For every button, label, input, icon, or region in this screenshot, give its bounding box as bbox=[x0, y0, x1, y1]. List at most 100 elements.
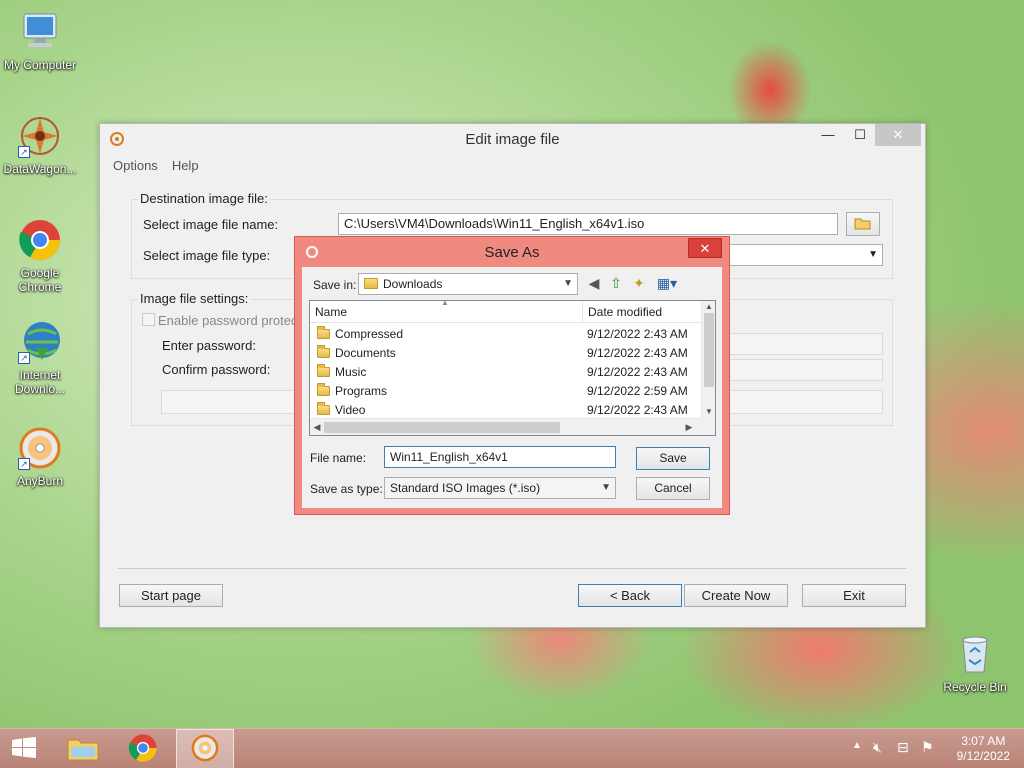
clock-date: 9/12/2022 bbox=[956, 749, 1010, 763]
image-file-name-input[interactable]: C:\Users\VM4\Downloads\Win11_English_x64… bbox=[338, 213, 838, 235]
desktop-icon-recycle-bin[interactable]: Recycle Bin bbox=[935, 632, 1015, 694]
taskbar-chrome[interactable] bbox=[114, 729, 172, 768]
folder-icon bbox=[317, 345, 330, 358]
computer-icon bbox=[18, 10, 62, 54]
close-button[interactable]: ✕ bbox=[875, 124, 921, 146]
taskbar-anyburn[interactable] bbox=[176, 729, 234, 768]
desktop-icon-anyburn[interactable]: ↗ AnyBurn bbox=[0, 426, 80, 488]
create-now-button[interactable]: Create Now bbox=[684, 584, 788, 607]
taskbar-file-explorer[interactable] bbox=[54, 729, 112, 768]
chevron-down-icon: ▼ bbox=[868, 249, 878, 260]
item-date: 9/12/2022 2:43 AM bbox=[587, 365, 688, 379]
folder-icon bbox=[317, 326, 330, 339]
desktop-icon-label: My Computer bbox=[3, 58, 77, 72]
list-item[interactable]: Programs 9/12/2022 2:59 AM bbox=[310, 382, 703, 401]
file-name-input[interactable]: Win11_English_x64v1 bbox=[384, 446, 616, 468]
minimize-button[interactable]: — bbox=[811, 124, 845, 146]
scroll-up-icon[interactable]: ▲ bbox=[702, 301, 715, 313]
maximize-button[interactable]: ☐ bbox=[843, 124, 877, 146]
confirm-password-input[interactable] bbox=[720, 359, 883, 381]
dialog-close-button[interactable]: ✕ bbox=[688, 238, 722, 258]
enter-password-input[interactable] bbox=[720, 333, 883, 355]
window-title: Edit image file bbox=[465, 131, 560, 148]
up-folder-icon[interactable]: ⇧ bbox=[607, 274, 625, 292]
list-item[interactable]: Music 9/12/2022 2:43 AM bbox=[310, 363, 703, 382]
dialog-title: Save As bbox=[484, 244, 540, 261]
desktop-icon-internet-download[interactable]: ↗ Internet Downlo... bbox=[0, 320, 80, 396]
view-menu-icon[interactable]: ▦▾ bbox=[653, 274, 681, 292]
taskbar: ▲ 🔇︎ ⊟ ⚑ 3:07 AM 9/12/2022 bbox=[0, 728, 1024, 768]
anyburn-icon: ↗ bbox=[18, 426, 62, 470]
scroll-left-icon[interactable]: ◀ bbox=[310, 419, 324, 435]
footer-separator bbox=[118, 568, 906, 569]
clock[interactable]: 3:07 AM 9/12/2022 bbox=[957, 734, 1010, 764]
desktop-icon-my-computer[interactable]: My Computer bbox=[0, 10, 80, 72]
item-name: Programs bbox=[335, 384, 388, 398]
dialog-title-bar[interactable]: Save As ✕ bbox=[295, 237, 729, 267]
network-icon[interactable]: ⊟ bbox=[897, 739, 909, 768]
save-button[interactable]: Save bbox=[636, 447, 710, 470]
exit-button[interactable]: Exit bbox=[802, 584, 906, 607]
browse-folder-button[interactable] bbox=[846, 212, 880, 236]
item-date: 9/12/2022 2:59 AM bbox=[587, 384, 688, 398]
show-hidden-icons[interactable]: ▲ bbox=[852, 740, 862, 768]
file-type-label: Select image file type: bbox=[143, 248, 271, 263]
enable-password-label: Enable password protect bbox=[158, 313, 302, 328]
vertical-scrollbar[interactable]: ▲ ▼ bbox=[701, 301, 715, 418]
save-as-type-select[interactable]: Standard ISO Images (*.iso) ▼ bbox=[384, 477, 616, 499]
settings-legend: Image file settings: bbox=[138, 291, 251, 306]
item-date: 9/12/2022 2:43 AM bbox=[587, 346, 688, 360]
save-as-type-value: Standard ISO Images (*.iso) bbox=[390, 481, 541, 495]
desktop-icon-label: Recycle Bin bbox=[943, 680, 1007, 694]
windows-logo-icon bbox=[11, 736, 37, 762]
action-center-icon[interactable]: ⚑ bbox=[921, 739, 934, 768]
enable-password-checkbox[interactable] bbox=[142, 313, 155, 326]
folder-icon bbox=[364, 278, 378, 289]
cancel-button[interactable]: Cancel bbox=[636, 477, 710, 500]
back-arrow-icon[interactable]: ◀ bbox=[585, 274, 603, 292]
menu-bar: Options Help bbox=[100, 154, 925, 176]
desktop-icon-datawagon[interactable]: ↗ DataWagon... bbox=[0, 114, 80, 176]
enter-password-label: Enter password: bbox=[162, 338, 256, 353]
desktop-icon-label: AnyBurn bbox=[16, 474, 64, 488]
list-item[interactable]: Documents 9/12/2022 2:43 AM bbox=[310, 344, 703, 363]
confirm-password-label: Confirm password: bbox=[162, 362, 271, 377]
desktop-icon-google-chrome[interactable]: Google Chrome bbox=[0, 218, 80, 294]
list-header: Name ▲ Date modified bbox=[310, 301, 703, 323]
file-explorer-icon bbox=[67, 735, 99, 764]
chevron-down-icon: ▼ bbox=[563, 278, 573, 289]
anyburn-icon bbox=[191, 734, 219, 765]
destination-legend: Destination image file: bbox=[138, 191, 270, 206]
scroll-down-icon[interactable]: ▼ bbox=[702, 406, 715, 418]
save-in-select[interactable]: Downloads ▼ bbox=[358, 273, 578, 295]
scroll-thumb[interactable] bbox=[324, 422, 560, 433]
menu-help[interactable]: Help bbox=[172, 158, 199, 173]
column-date-modified[interactable]: Date modified bbox=[582, 301, 703, 323]
start-button[interactable] bbox=[0, 729, 48, 768]
save-in-value: Downloads bbox=[383, 277, 443, 291]
datawagon-icon: ↗ bbox=[18, 114, 62, 158]
file-list[interactable]: Name ▲ Date modified Compressed 9/12/202… bbox=[309, 300, 716, 436]
list-item[interactable]: Compressed 9/12/2022 2:43 AM bbox=[310, 325, 703, 344]
back-button[interactable]: < Back bbox=[578, 584, 682, 607]
start-page-button[interactable]: Start page bbox=[119, 584, 223, 607]
folder-icon bbox=[317, 402, 330, 415]
recycle-bin-icon bbox=[953, 632, 997, 676]
scroll-right-icon[interactable]: ▶ bbox=[682, 419, 696, 435]
title-bar[interactable]: Edit image file — ☐ ✕ bbox=[100, 124, 925, 154]
save-as-dialog: Save As ✕ Save in: Downloads ▼ ◀ ⇧ ✦ ▦▾ … bbox=[294, 236, 730, 515]
file-name-label: Select image file name: bbox=[143, 217, 279, 232]
sort-ascending-icon: ▲ bbox=[441, 300, 449, 307]
speaker-muted-icon[interactable]: 🔇︎ bbox=[873, 739, 882, 768]
item-name: Music bbox=[335, 365, 367, 379]
chevron-down-icon: ▼ bbox=[601, 482, 611, 493]
scroll-thumb[interactable] bbox=[704, 313, 714, 387]
horizontal-scrollbar[interactable]: ◀ ▶ bbox=[310, 418, 703, 435]
menu-options[interactable]: Options bbox=[113, 158, 158, 173]
new-folder-icon[interactable]: ✦ bbox=[630, 274, 648, 292]
chrome-icon bbox=[18, 218, 62, 262]
image-file-type-select[interactable]: ▼ bbox=[720, 244, 883, 266]
clock-time: 3:07 AM bbox=[961, 734, 1006, 748]
scroll-corner bbox=[701, 418, 715, 435]
save-in-label: Save in: bbox=[313, 278, 357, 292]
